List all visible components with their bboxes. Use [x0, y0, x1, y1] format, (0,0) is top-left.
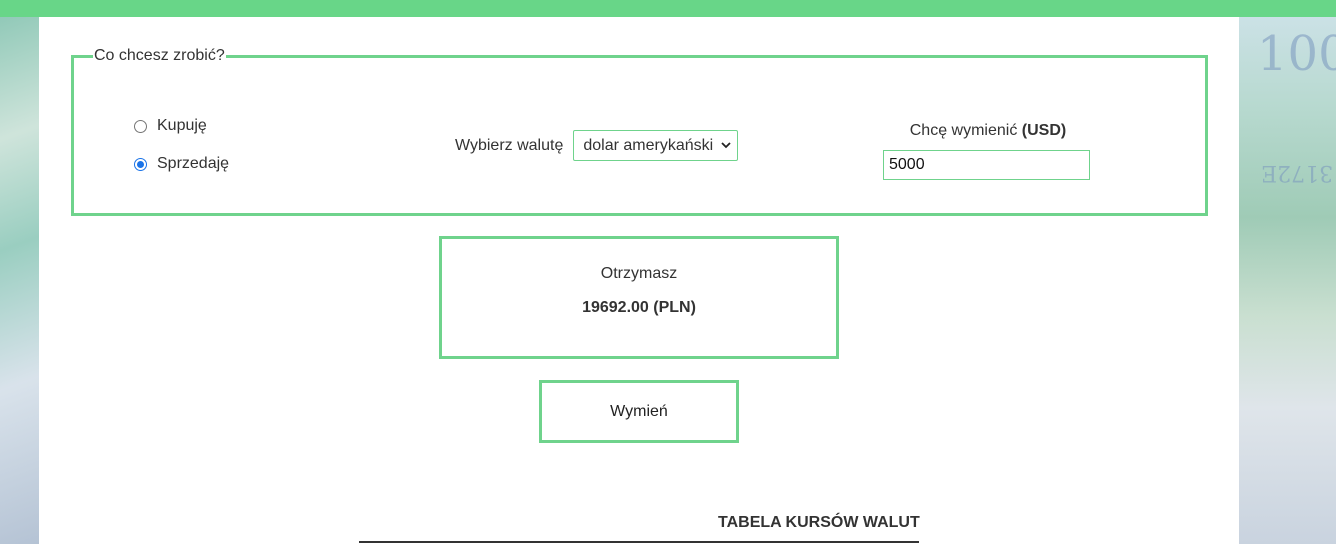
main-panel: Co chcesz zrobić? Kupuję Sprzedaję Wybie…	[39, 17, 1239, 544]
currency-selected-value: dolar amerykański	[583, 136, 714, 154]
amount-label-text: Chcę wymienić	[909, 122, 1018, 139]
banknote-serial: 3172E	[1261, 160, 1334, 185]
exchange-button[interactable]: Wymień	[539, 380, 739, 443]
amount-label: Chcę wymienić (USD)	[903, 122, 1073, 140]
background-banknote-left	[0, 0, 39, 544]
result-box: Otrzymasz 19692.00 (PLN)	[439, 236, 839, 359]
result-value: 19692.00 (PLN)	[582, 299, 696, 316]
currency-select[interactable]: dolar amerykański	[573, 130, 739, 161]
result-label: Otrzymasz	[600, 265, 678, 282]
form-legend: Co chcesz zrobić?	[94, 47, 225, 64]
radio-buy[interactable]	[134, 119, 147, 133]
radio-sell-option[interactable]: Sprzedaję	[134, 155, 229, 173]
top-bar	[0, 0, 1336, 17]
radio-buy-label: Kupuję	[157, 117, 207, 134]
banknote-denomination: 100	[1257, 26, 1336, 82]
amount-currency: (USD)	[1021, 122, 1067, 139]
chevron-down-icon	[721, 140, 731, 152]
currency-label: Wybierz walutę	[455, 136, 564, 154]
rates-table-rule	[359, 541, 919, 543]
currency-selector: Wybierz walutę dolar amerykański	[455, 130, 739, 161]
radio-sell-label: Sprzedaję	[157, 155, 230, 172]
radio-sell[interactable]	[134, 157, 147, 171]
background-banknote-right: 100 3172E	[1239, 0, 1336, 544]
radio-buy-option[interactable]: Kupuję	[134, 117, 207, 135]
rates-table-title: TABELA KURSÓW WALUT	[718, 514, 920, 531]
amount-input[interactable]	[883, 150, 1090, 180]
exchange-form: Co chcesz zrobić? Kupuję Sprzedaję Wybie…	[71, 47, 1208, 216]
